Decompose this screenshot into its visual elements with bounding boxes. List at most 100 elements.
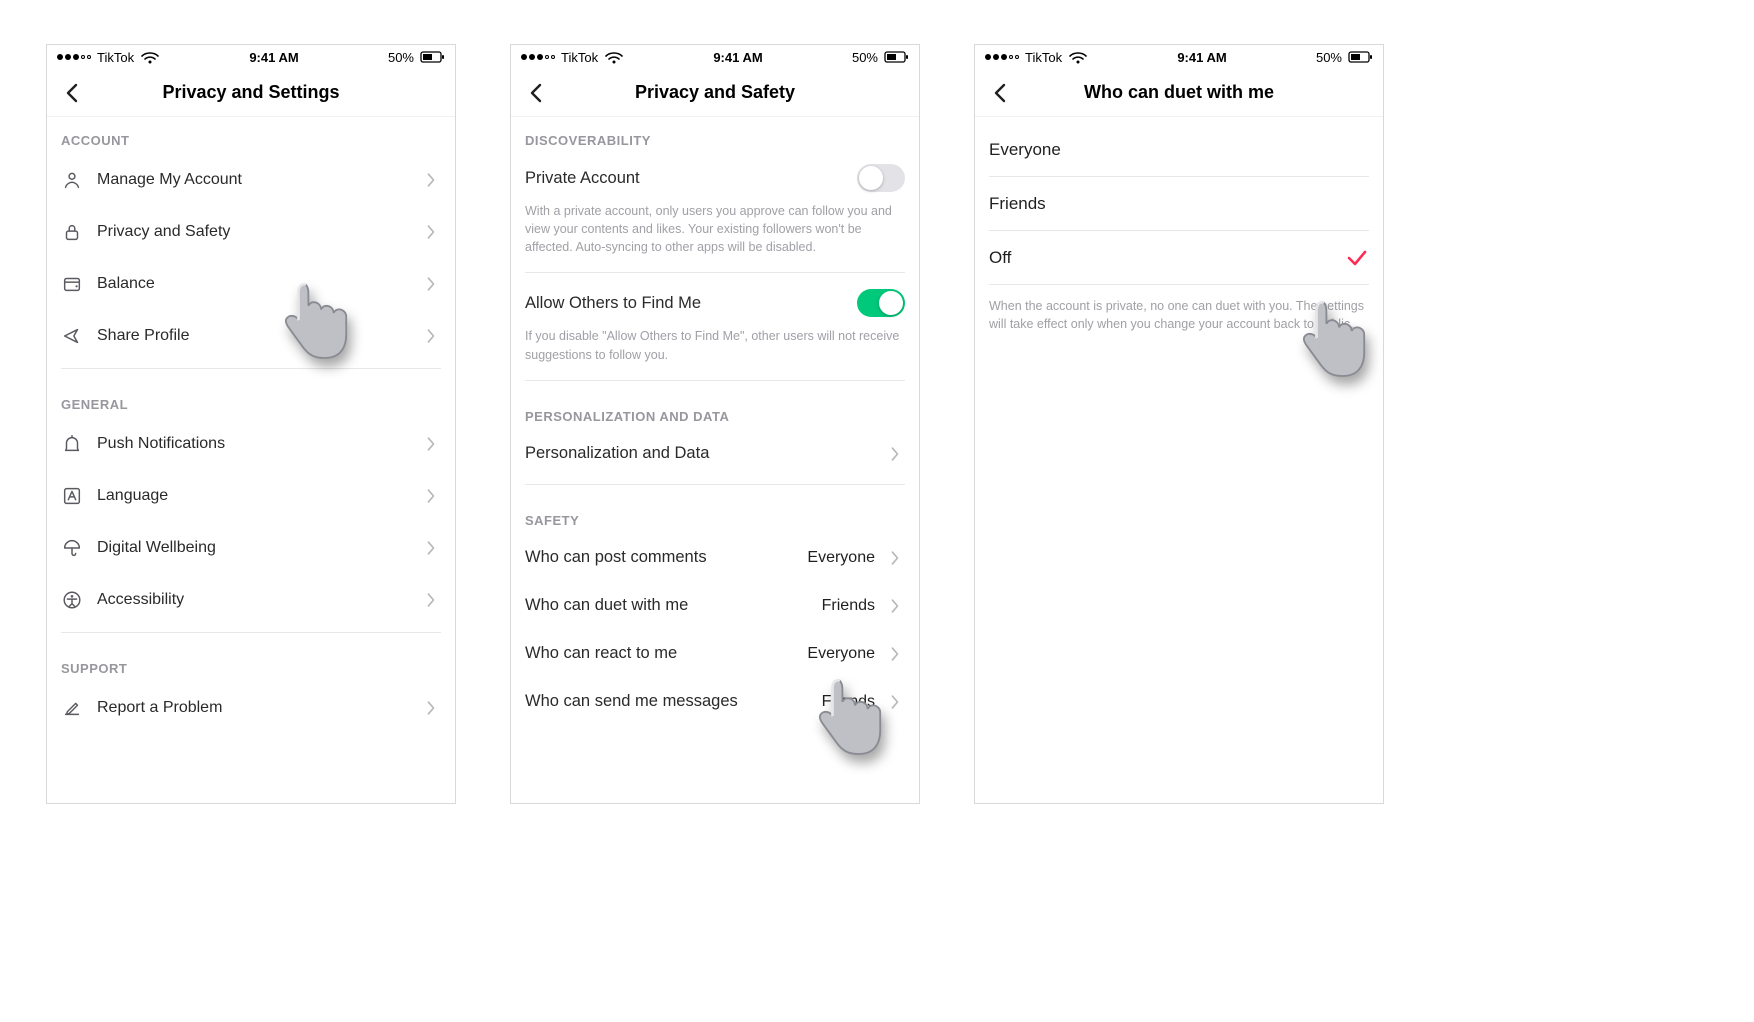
section-header-support: SUPPORT bbox=[61, 639, 441, 682]
chevron-right-icon bbox=[885, 690, 905, 714]
chevron-right-icon bbox=[421, 484, 441, 508]
back-button[interactable] bbox=[61, 81, 85, 105]
row-balance[interactable]: Balance bbox=[61, 258, 441, 310]
row-who-comments[interactable]: Who can post comments Everyone bbox=[525, 534, 905, 582]
row-label: Who can post comments bbox=[525, 548, 797, 567]
section-header-discoverability: DISCOVERABILITY bbox=[525, 117, 905, 154]
wifi-icon bbox=[140, 49, 160, 65]
row-label: Who can send me messages bbox=[525, 692, 812, 711]
row-label: Allow Others to Find Me bbox=[525, 294, 847, 313]
chevron-right-icon bbox=[421, 696, 441, 720]
clock: 9:41 AM bbox=[624, 50, 852, 65]
row-label: Report a Problem bbox=[97, 699, 407, 717]
row-digital-wellbeing[interactable]: Digital Wellbeing bbox=[61, 522, 441, 574]
battery-icon bbox=[884, 49, 909, 65]
section-header-general: GENERAL bbox=[61, 375, 441, 418]
navbar: Privacy and Safety bbox=[511, 69, 919, 117]
row-label: Privacy and Safety bbox=[97, 223, 407, 241]
section-header-personalization: PERSONALIZATION AND DATA bbox=[525, 387, 905, 430]
chevron-right-icon bbox=[885, 546, 905, 570]
option-friends[interactable]: Friends bbox=[989, 177, 1369, 231]
row-who-duet[interactable]: Who can duet with me Friends bbox=[525, 582, 905, 630]
chevron-right-icon bbox=[421, 272, 441, 296]
row-label: Accessibility bbox=[97, 591, 407, 609]
navbar: Privacy and Settings bbox=[47, 69, 455, 117]
wifi-icon bbox=[604, 49, 624, 65]
divider bbox=[525, 380, 905, 381]
carrier-label: TikTok bbox=[97, 50, 134, 65]
language-icon bbox=[61, 484, 83, 508]
row-label: Balance bbox=[97, 275, 407, 293]
row-label: Personalization and Data bbox=[525, 444, 875, 463]
row-who-messages[interactable]: Who can send me messages Friends bbox=[525, 678, 905, 726]
divider bbox=[61, 368, 441, 369]
row-personalization[interactable]: Personalization and Data bbox=[525, 430, 905, 478]
chevron-right-icon bbox=[885, 594, 905, 618]
chevron-right-icon bbox=[885, 642, 905, 666]
page-title: Privacy and Safety bbox=[511, 82, 919, 103]
lock-icon bbox=[61, 220, 83, 244]
row-value: Friends bbox=[822, 693, 875, 711]
row-who-react[interactable]: Who can react to me Everyone bbox=[525, 630, 905, 678]
row-label: Language bbox=[97, 487, 407, 505]
row-push-notifications[interactable]: Push Notifications bbox=[61, 418, 441, 470]
screen-privacy-safety: TikTok 9:41 AM 50% Privacy and Safety DI… bbox=[510, 44, 920, 804]
toggle-allow-find-me[interactable] bbox=[857, 289, 905, 317]
screen-privacy-settings: TikTok 9:41 AM 50% Privacy and Settings … bbox=[46, 44, 456, 804]
share-icon bbox=[61, 324, 83, 348]
row-allow-find-me: Allow Others to Find Me bbox=[525, 279, 905, 327]
wifi-icon bbox=[1068, 49, 1088, 65]
chevron-right-icon bbox=[421, 536, 441, 560]
section-header-account: ACCOUNT bbox=[61, 117, 441, 154]
row-manage-account[interactable]: Manage My Account bbox=[61, 154, 441, 206]
allow-find-me-desc: If you disable "Allow Others to Find Me"… bbox=[525, 327, 905, 373]
chevron-right-icon bbox=[421, 220, 441, 244]
check-icon bbox=[1345, 246, 1369, 270]
chevron-right-icon bbox=[421, 324, 441, 348]
divider bbox=[525, 272, 905, 273]
clock: 9:41 AM bbox=[160, 50, 388, 65]
duet-footnote: When the account is private, no one can … bbox=[989, 285, 1369, 343]
row-value: Everyone bbox=[807, 645, 875, 663]
back-button[interactable] bbox=[989, 81, 1013, 105]
option-off[interactable]: Off bbox=[989, 231, 1369, 285]
battery-pct: 50% bbox=[1316, 50, 1342, 65]
signal-dots-icon bbox=[985, 54, 1019, 60]
divider bbox=[61, 632, 441, 633]
status-bar: TikTok 9:41 AM 50% bbox=[47, 45, 455, 69]
row-label: Private Account bbox=[525, 169, 847, 188]
back-button[interactable] bbox=[525, 81, 549, 105]
row-privacy-safety[interactable]: Privacy and Safety bbox=[61, 206, 441, 258]
row-value: Everyone bbox=[807, 549, 875, 567]
carrier-label: TikTok bbox=[1025, 50, 1062, 65]
battery-icon bbox=[420, 49, 445, 65]
battery-icon bbox=[1348, 49, 1373, 65]
pencil-icon bbox=[61, 696, 83, 720]
status-bar: TikTok 9:41 AM 50% bbox=[511, 45, 919, 69]
carrier-label: TikTok bbox=[561, 50, 598, 65]
row-private-account: Private Account bbox=[525, 154, 905, 202]
row-share-profile[interactable]: Share Profile bbox=[61, 310, 441, 362]
row-label: Digital Wellbeing bbox=[97, 539, 407, 557]
accessibility-icon bbox=[61, 588, 83, 612]
option-everyone[interactable]: Everyone bbox=[989, 123, 1369, 177]
row-language[interactable]: Language bbox=[61, 470, 441, 522]
screen-who-can-duet: TikTok 9:41 AM 50% Who can duet with me … bbox=[974, 44, 1384, 804]
row-report-problem[interactable]: Report a Problem bbox=[61, 682, 441, 734]
toggle-private-account[interactable] bbox=[857, 164, 905, 192]
chevron-right-icon bbox=[421, 168, 441, 192]
option-label: Everyone bbox=[989, 140, 1369, 160]
wallet-icon bbox=[61, 272, 83, 296]
section-header-safety: SAFETY bbox=[525, 491, 905, 534]
row-label: Who can react to me bbox=[525, 644, 797, 663]
page-title: Who can duet with me bbox=[975, 82, 1383, 103]
row-accessibility[interactable]: Accessibility bbox=[61, 574, 441, 626]
status-bar: TikTok 9:41 AM 50% bbox=[975, 45, 1383, 69]
row-label: Manage My Account bbox=[97, 171, 407, 189]
battery-pct: 50% bbox=[388, 50, 414, 65]
option-label: Friends bbox=[989, 194, 1369, 214]
row-label: Who can duet with me bbox=[525, 596, 812, 615]
clock: 9:41 AM bbox=[1088, 50, 1316, 65]
row-value: Friends bbox=[822, 597, 875, 615]
option-label: Off bbox=[989, 248, 1345, 268]
